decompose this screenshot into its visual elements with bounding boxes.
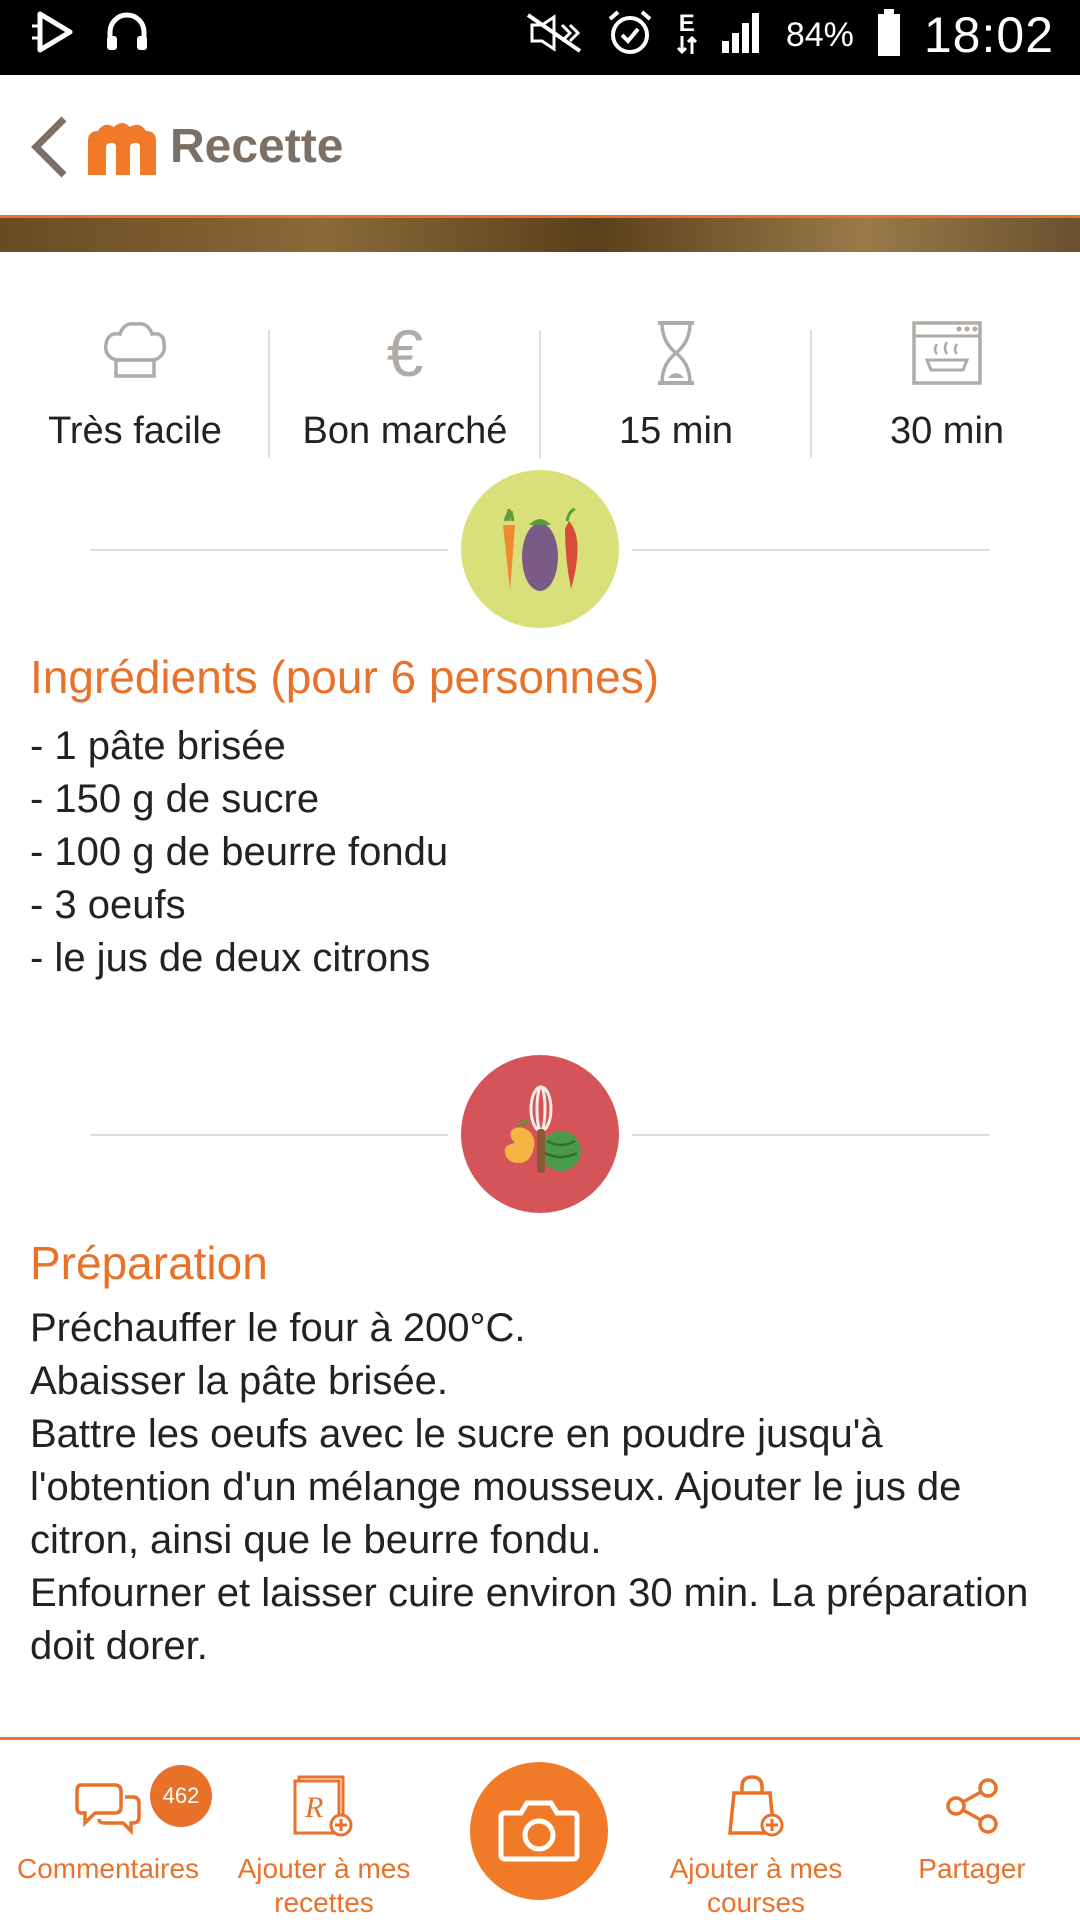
battery-percent: 84% — [785, 15, 854, 54]
ingredient-item: - le jus de deux citrons — [30, 936, 431, 980]
ingredient-item: - 150 g de sucre — [30, 777, 320, 821]
battery-icon — [876, 8, 902, 62]
recipe-book-add-icon: R — [216, 1760, 432, 1852]
cook-time-label: 30 min — [889, 410, 1005, 452]
preparation-title: Préparation — [30, 1237, 268, 1289]
marmiton-logo — [84, 117, 160, 179]
cost-info: € Bon marché — [270, 320, 540, 460]
add-to-shopping-list-button[interactable]: Ajouter à mes courses — [648, 1760, 864, 1920]
comments-count-badge: 462 — [150, 1765, 212, 1827]
hourglass-icon — [541, 320, 811, 400]
add-courses-label-line2: courses — [706, 1887, 806, 1918]
ingredients-list: - 1 pâte brisée - 150 g de sucre - 100 g… — [30, 720, 448, 985]
prep-time-label: 15 min — [618, 410, 734, 452]
preparation-step: Abaisser la pâte brisée. — [30, 1359, 449, 1403]
camera-icon — [498, 1800, 580, 1862]
preparation-step: Battre les oeufs avec le sucre en poudre… — [30, 1412, 962, 1562]
add-to-my-recipes-button[interactable]: R Ajouter à mes recettes — [216, 1760, 432, 1920]
share-label: Partager — [918, 1853, 1026, 1884]
prep-time-info: 15 min — [541, 320, 811, 460]
preparation-step: Enfourner et laisser cuire environ 30 mi… — [30, 1571, 1029, 1668]
app-bar: Recette — [0, 75, 1080, 218]
oven-icon — [812, 320, 1080, 400]
ingredient-item: - 100 g de beurre fondu — [30, 830, 449, 874]
ingredient-item: - 3 oeufs — [30, 883, 186, 927]
share-icon — [864, 1760, 1080, 1852]
preparation-divider — [0, 1055, 1080, 1215]
network-type-icon: E — [676, 12, 698, 56]
preparation-text: Préchauffer le four à 200°C. Abaisser la… — [30, 1302, 1050, 1673]
status-bar: E 84% 18:02 — [0, 0, 1080, 75]
divider-line — [632, 1134, 990, 1136]
comments-label: Commentaires — [16, 1853, 200, 1884]
mute-icon — [524, 11, 584, 60]
divider-line — [90, 549, 448, 551]
add-recipes-label-line2: recettes — [274, 1887, 374, 1918]
cook-time-info: 30 min — [812, 320, 1080, 460]
difficulty-info: Très facile — [0, 320, 270, 460]
svg-text:R: R — [304, 1791, 323, 1824]
ingredients-title: Ingrédients (pour 6 personnes) — [30, 651, 660, 703]
ingredients-divider — [0, 470, 1080, 630]
vegetables-icon — [461, 470, 619, 628]
play-store-icon — [30, 10, 78, 59]
alarm-icon — [606, 9, 654, 62]
ingredient-item: - 1 pâte brisée — [30, 724, 286, 768]
divider-line — [632, 549, 990, 551]
whisk-icon — [461, 1055, 619, 1213]
add-recipes-label-line1: Ajouter à mes — [237, 1853, 411, 1884]
shopping-bag-add-icon — [648, 1760, 864, 1852]
clock: 18:02 — [923, 7, 1054, 63]
preparation-step: Préchauffer le four à 200°C. — [30, 1306, 526, 1350]
add-courses-label-line1: Ajouter à mes — [669, 1853, 843, 1884]
page-title: Recette — [170, 120, 344, 173]
share-button[interactable]: Partager — [864, 1760, 1080, 1886]
cost-label: Bon marché — [302, 410, 508, 452]
divider-line — [90, 1134, 448, 1136]
euro-icon: € — [386, 316, 424, 390]
difficulty-label: Très facile — [48, 410, 222, 452]
camera-button[interactable] — [470, 1762, 608, 1900]
chef-hat-icon — [0, 320, 270, 400]
recipe-photo — [0, 218, 1080, 252]
back-button[interactable] — [28, 115, 72, 179]
recipe-infos: Très facile € Bon marché 15 min 30 min — [0, 320, 1080, 460]
headphones-icon — [104, 10, 150, 59]
signal-icon — [720, 11, 764, 60]
chevron-left-icon — [31, 116, 67, 178]
